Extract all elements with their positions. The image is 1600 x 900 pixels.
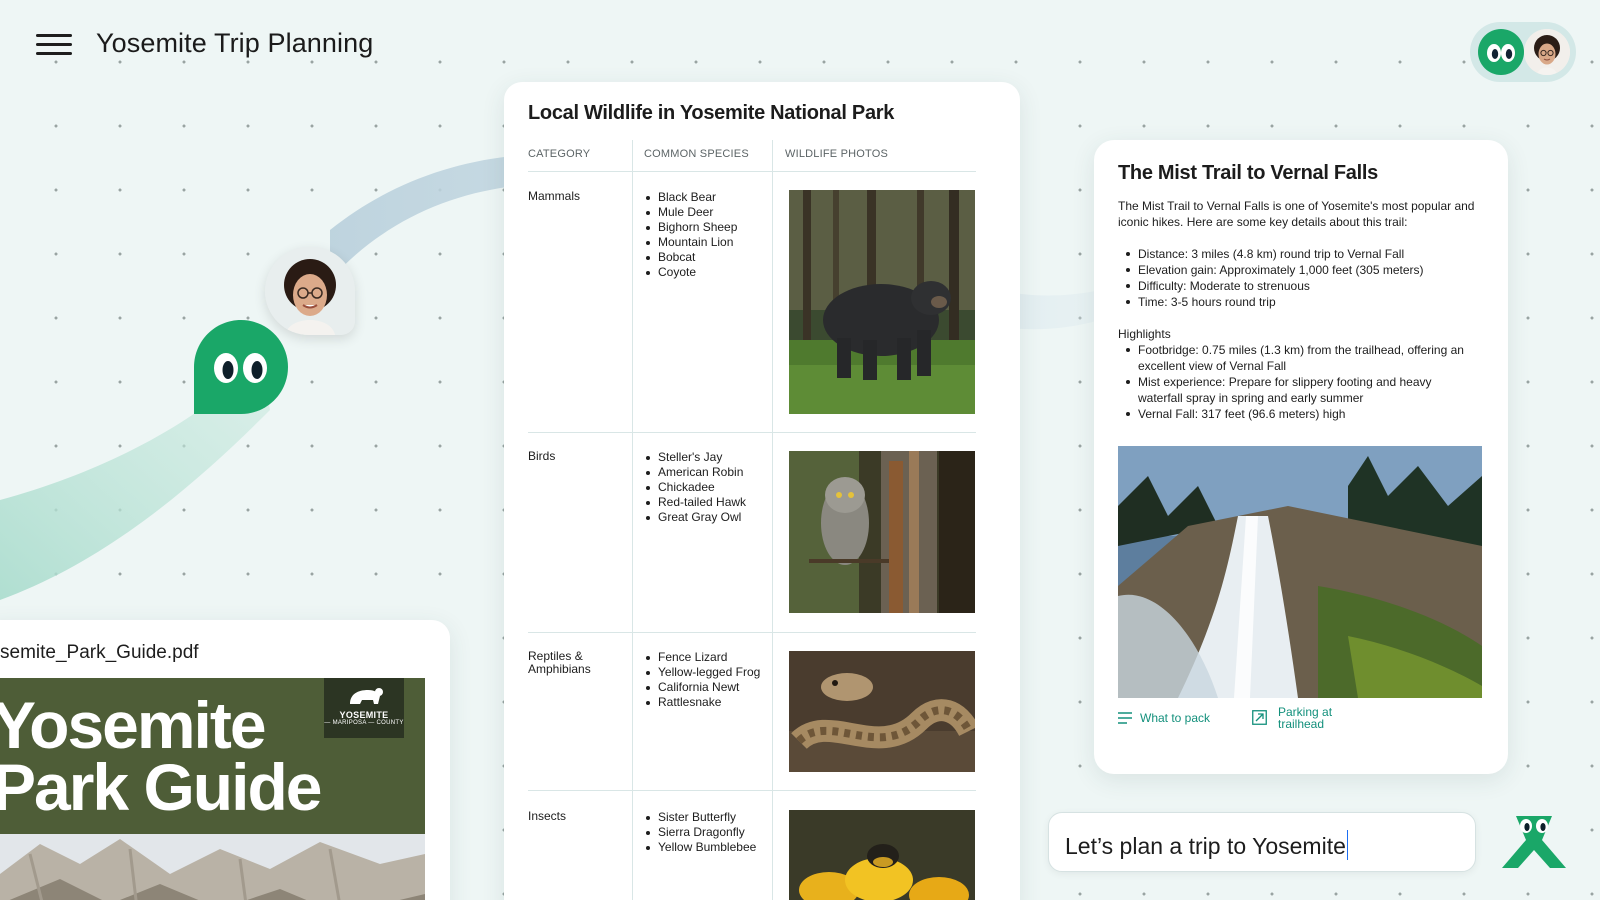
black-bear-photo xyxy=(789,190,975,414)
app-title: Yosemite Trip Planning xyxy=(96,28,374,58)
list-item: Chickadee xyxy=(646,480,746,495)
bot-avatar-icon xyxy=(1478,29,1524,75)
badge-line-2: — MARIPOSA — COUNTY xyxy=(324,720,404,726)
highlights-heading: Highlights xyxy=(1118,327,1171,341)
cover-title-line-1: Yosemite xyxy=(0,688,267,762)
column-header-species: COMMON SPECIES xyxy=(644,148,749,160)
list-item: Mountain Lion xyxy=(646,235,737,250)
user-avatar-icon xyxy=(1524,29,1570,75)
list-item: Sister Butterfly xyxy=(646,810,756,825)
chat-input-text: Let’s plan a trip to Yosemite xyxy=(1065,833,1346,859)
list-item: Yellow-legged Frog xyxy=(646,665,760,680)
list-item: Rattlesnake xyxy=(646,695,760,710)
list-item: California Newt xyxy=(646,680,760,695)
list-item: Vernal Fall: 317 feet (96.6 meters) high xyxy=(1118,406,1478,422)
list-item: Fence Lizard xyxy=(646,650,760,665)
list-item: Footbridge: 0.75 miles (1.3 km) from the… xyxy=(1118,342,1478,374)
text-caret xyxy=(1346,830,1349,860)
highlights-list: Footbridge: 0.75 miles (1.3 km) from the… xyxy=(1118,342,1478,422)
table-row-category: Reptiles & Amphibians xyxy=(528,649,591,676)
wildlife-title: Local Wildlife in Yosemite National Park xyxy=(528,102,895,124)
cover-title-line-2: Park Guide xyxy=(0,750,322,824)
parking-at-trailhead-label: Parking at trailhead xyxy=(1278,705,1333,731)
table-row-category: Birds xyxy=(528,449,556,463)
pdf-document-card[interactable]: semite_Park_Guide.pdf Yosemite Park Guid… xyxy=(0,620,450,900)
list-item: Sierra Dragonfly xyxy=(646,825,756,840)
list-item: Great Gray Owl xyxy=(646,510,746,525)
species-list: Fence Lizard Yellow-legged Frog Californ… xyxy=(646,650,760,710)
pdf-cover: Yosemite Park Guide YOSEMITE — MARIPOSA … xyxy=(0,678,425,900)
mist-trail-title: The Mist Trail to Vernal Falls xyxy=(1118,162,1378,184)
great-gray-owl-photo xyxy=(789,451,975,613)
cover-title: Yosemite Park Guide xyxy=(0,688,322,824)
list-item: Black Bear xyxy=(646,190,737,205)
yosemite-mariposa-badge: YOSEMITE — MARIPOSA — COUNTY xyxy=(324,678,404,738)
column-header-category: CATEGORY xyxy=(528,148,591,160)
participants-avatars[interactable] xyxy=(1470,22,1576,82)
list-item: Mule Deer xyxy=(646,205,737,220)
chat-input[interactable]: Let’s plan a trip to Yosemite xyxy=(1048,812,1476,872)
species-list: Steller's Jay American Robin Chickadee R… xyxy=(646,450,746,525)
list-item: Bobcat xyxy=(646,250,737,265)
wildlife-table-card: Local Wildlife in Yosemite National Park… xyxy=(504,82,1020,900)
pdf-filename: semite_Park_Guide.pdf xyxy=(0,642,199,663)
list-item: Elevation gain: Approximately 1,000 feet… xyxy=(1118,262,1478,278)
list-item: Yellow Bumblebee xyxy=(646,840,756,855)
mist-trail-intro: The Mist Trail to Vernal Falls is one of… xyxy=(1118,199,1475,229)
list-item: Difficulty: Moderate to strenuous xyxy=(1118,278,1478,294)
bumblebee-photo xyxy=(789,810,975,900)
list-item: Red-tailed Hawk xyxy=(646,495,746,510)
list-item: American Robin xyxy=(646,465,746,480)
granite-cliffs-image xyxy=(0,834,425,900)
trail-details-list: Distance: 3 miles (4.8 km) round trip to… xyxy=(1118,246,1478,310)
column-header-photos: WILDLIFE PHOTOS xyxy=(785,148,889,160)
bear-icon xyxy=(350,688,383,704)
menu-icon[interactable] xyxy=(36,30,72,60)
table-row-category: Insects xyxy=(528,809,567,823)
bot-avatar-icon xyxy=(192,318,290,416)
list-item: Steller's Jay xyxy=(646,450,746,465)
list-item: Mist experience: Prepare for slippery fo… xyxy=(1118,374,1478,406)
what-to-pack-label: What to pack xyxy=(1140,711,1211,725)
list-item: Time: 3-5 hours round trip xyxy=(1118,294,1478,310)
list-item: Coyote xyxy=(646,265,737,280)
list-item: Bighorn Sheep xyxy=(646,220,737,235)
external-link-icon xyxy=(1252,710,1267,727)
rattlesnake-photo xyxy=(789,651,975,772)
species-list: Black Bear Mule Deer Bighorn Sheep Mount… xyxy=(646,190,737,280)
mist-trail-card: The Mist Trail to Vernal Falls The Mist … xyxy=(1094,140,1508,774)
vernal-falls-photo xyxy=(1118,446,1482,698)
badge-line-1: YOSEMITE xyxy=(339,710,389,720)
table-row-category: Mammals xyxy=(528,189,581,203)
list-item: Distance: 3 miles (4.8 km) round trip to… xyxy=(1118,246,1478,262)
what-to-pack-link[interactable]: What to pack xyxy=(1118,712,1210,726)
list-icon xyxy=(1118,712,1132,726)
mascot-icon[interactable] xyxy=(1496,810,1572,876)
species-list: Sister Butterfly Sierra Dragonfly Yellow… xyxy=(646,810,756,855)
